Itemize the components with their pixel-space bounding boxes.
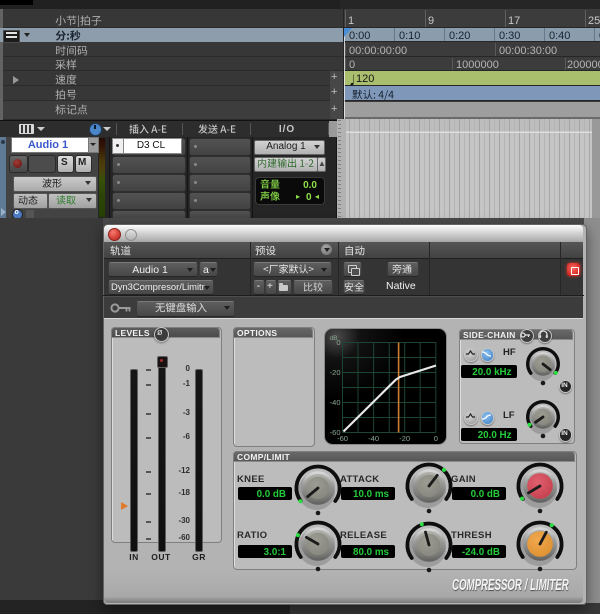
svg-text:-20: -20 — [399, 434, 410, 443]
svg-text:-40: -40 — [368, 434, 379, 443]
svg-text:0: 0 — [336, 338, 340, 347]
svg-text:0: 0 — [434, 434, 438, 443]
svg-text:-60: -60 — [337, 434, 348, 443]
svg-text:-20: -20 — [330, 368, 341, 377]
svg-text:-40: -40 — [330, 398, 341, 407]
